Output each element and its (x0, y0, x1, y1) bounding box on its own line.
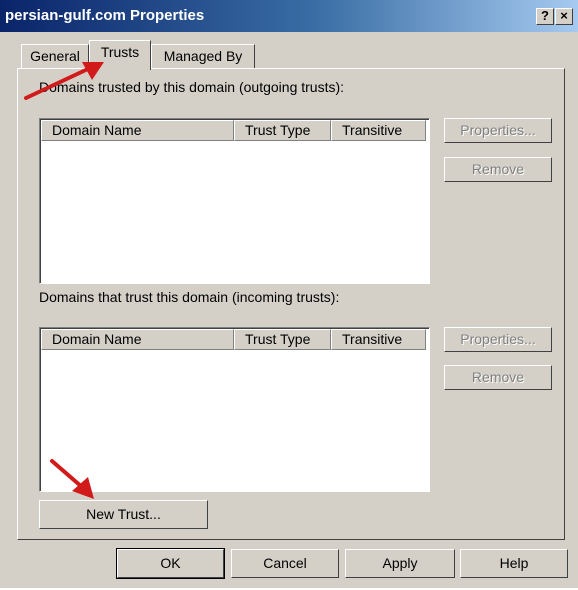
column-header-domain-name[interactable]: Domain Name (41, 120, 234, 141)
tab-managed-by[interactable]: Managed By (151, 44, 255, 69)
column-header-transitive[interactable]: Transitive (331, 329, 426, 350)
cancel-button[interactable]: Cancel (231, 549, 339, 578)
incoming-properties-button[interactable]: Properties... (444, 327, 552, 352)
red-arrow-icon (24, 62, 104, 100)
apply-button[interactable]: Apply (345, 549, 455, 578)
help-button[interactable]: Help (460, 549, 568, 578)
column-header-domain-name[interactable]: Domain Name (41, 329, 234, 350)
outgoing-trusts-list[interactable]: Domain Name Trust Type Transitive (39, 118, 430, 284)
incoming-remove-button[interactable]: Remove (444, 365, 552, 390)
column-header-trust-type[interactable]: Trust Type (234, 120, 331, 141)
title-bar[interactable]: persian-gulf.com Properties ? × (0, 0, 578, 32)
outgoing-properties-button[interactable]: Properties... (444, 118, 552, 143)
window-title: persian-gulf.com Properties (5, 7, 205, 24)
red-arrow-icon (50, 459, 94, 499)
ok-button[interactable]: OK (116, 548, 225, 579)
help-icon[interactable]: ? (536, 8, 554, 25)
close-icon[interactable]: × (555, 8, 573, 25)
tab-managed-by-label: Managed By (163, 48, 243, 64)
incoming-trusts-label: Domains that trust this domain (incoming… (39, 289, 340, 305)
outgoing-remove-button[interactable]: Remove (444, 157, 552, 182)
column-header-trust-type[interactable]: Trust Type (234, 329, 331, 350)
column-header-transitive[interactable]: Transitive (331, 120, 426, 141)
